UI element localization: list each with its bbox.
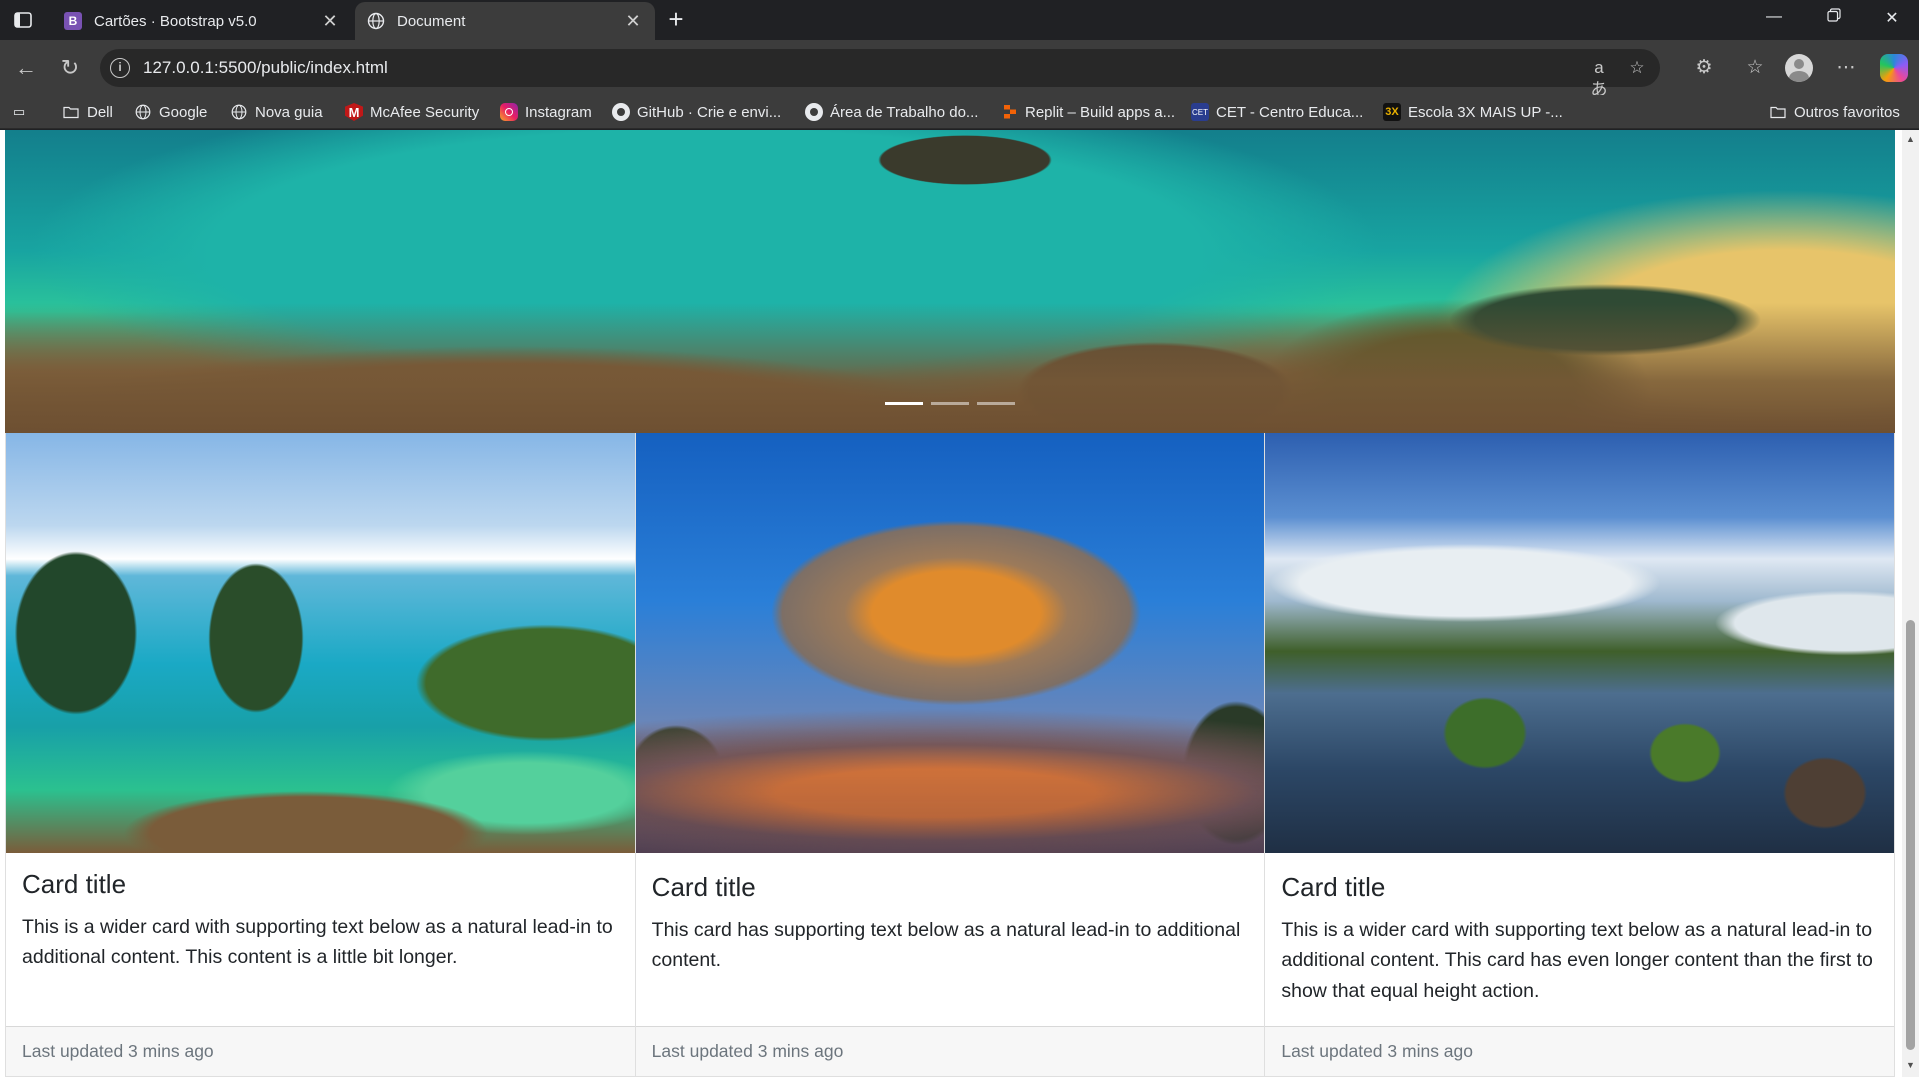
url-text[interactable]: 127.0.0.1:5500/public/index.html (143, 58, 388, 78)
globe-icon (134, 103, 152, 121)
reload-icon[interactable]: ↻ (56, 54, 84, 82)
close-window-icon[interactable]: ✕ (1872, 8, 1912, 32)
bookmark-google[interactable]: Google (134, 101, 207, 123)
carousel-indicator-2[interactable] (931, 402, 969, 405)
bookmarks-bar: ▭ Dell Google Nova guia M McAfee Securit… (0, 95, 1919, 129)
card-text: This is a wider card with supporting tex… (22, 916, 613, 969)
minimize-icon[interactable]: — (1754, 8, 1794, 32)
more-options-icon[interactable]: ⋯ (1832, 54, 1860, 82)
card-1: Card title This is a wider card with sup… (6, 433, 636, 1076)
back-icon[interactable]: ← (12, 54, 40, 82)
other-favorites-folder[interactable]: Outros favoritos (1769, 101, 1900, 123)
carousel-indicator-1[interactable] (885, 402, 923, 405)
last-updated-text: Last updated 3 mins ago (651, 1041, 844, 1061)
new-tab-button[interactable]: + (662, 6, 690, 34)
close-tab-icon[interactable]: ✕ (623, 11, 643, 32)
extensions-icon[interactable]: ⚙ (1690, 54, 1718, 82)
card-3: Card title This is a wider card with sup… (1265, 433, 1895, 1076)
cet-icon: CET (1191, 103, 1209, 121)
image-carousel[interactable] (5, 130, 1895, 433)
card-image-beach (6, 433, 635, 853)
tab-bootstrap-cards[interactable]: B Cartões · Bootstrap v5.0 ✕ (52, 2, 352, 40)
bootstrap-logo-icon: B (64, 12, 82, 30)
card-2: Card title This card has supporting text… (635, 433, 1266, 1076)
github-icon (805, 103, 823, 121)
card-footer: Last updated 3 mins ago (1265, 1026, 1895, 1076)
profile-avatar[interactable] (1785, 54, 1813, 82)
card-text: This is a wider card with supporting tex… (1281, 919, 1873, 1002)
last-updated-text: Last updated 3 mins ago (1281, 1041, 1474, 1061)
bookmark-cet[interactable]: CET CET - Centro Educa... (1191, 101, 1363, 123)
folder-icon (1769, 103, 1787, 121)
favorite-star-icon[interactable]: ☆ (1626, 57, 1648, 79)
mcafee-icon: M (345, 103, 363, 121)
folder-icon (62, 103, 80, 121)
tab-actions-icon[interactable] (10, 8, 36, 32)
card-title: Card title (1281, 872, 1386, 902)
card-text: This card has supporting text below as a… (651, 919, 1241, 972)
last-updated-text: Last updated 3 mins ago (22, 1041, 214, 1061)
bookmark-instagram[interactable]: Instagram (500, 101, 592, 123)
card-body: Card title This is a wider card with sup… (1265, 853, 1894, 1026)
bookmark-nova-guia[interactable]: Nova guia (230, 101, 323, 123)
card-title: Card title (651, 872, 756, 902)
tab-title: Cartões · Bootstrap v5.0 (94, 12, 257, 30)
title-bar: B Cartões · Bootstrap v5.0 ✕ Document ✕ … (0, 0, 1919, 40)
browser-toolbar: ← ↻ i 127.0.0.1:5500/public/index.html a… (0, 40, 1919, 99)
globe-icon (367, 12, 385, 30)
github-icon (612, 103, 630, 121)
tab-title: Document (397, 12, 466, 30)
close-tab-icon[interactable]: ✕ (320, 11, 340, 32)
favorites-icon[interactable]: ☆ (1741, 54, 1769, 82)
tab-document[interactable]: Document ✕ (355, 2, 655, 40)
card-title: Card title (22, 869, 127, 899)
bookmark-mcafee[interactable]: M McAfee Security (345, 101, 479, 123)
card-body: Card title This is a wider card with sup… (6, 853, 635, 1026)
card-group: Card title This is a wider card with sup… (5, 433, 1895, 1077)
scroll-up-arrow-icon[interactable]: ▲ (1905, 134, 1916, 145)
page-scrollbar[interactable]: ▲ ▼ (1902, 130, 1919, 1077)
page-viewport: Card title This is a wider card with sup… (0, 130, 1919, 1077)
card-image-colosseum (635, 433, 1265, 853)
card-footer: Last updated 3 mins ago (6, 1026, 635, 1076)
bookmark-github-workspace[interactable]: Área de Trabalho do... (805, 101, 978, 123)
site-info-icon[interactable]: i (110, 58, 130, 78)
globe-icon (230, 103, 248, 121)
restore-icon[interactable] (1814, 8, 1854, 32)
bookmark-dell[interactable]: Dell (62, 101, 113, 123)
instagram-icon (500, 103, 518, 121)
bookmark-github-create[interactable]: GitHub · Crie e envi... (612, 101, 781, 123)
escola-icon: 3X (1383, 103, 1401, 121)
scroll-down-arrow-icon[interactable]: ▼ (1905, 1060, 1916, 1071)
bookmark-replit[interactable]: Replit – Build apps a... (1000, 101, 1175, 123)
carousel-indicators (5, 402, 1895, 405)
copilot-icon[interactable] (1880, 54, 1908, 82)
card-footer: Last updated 3 mins ago (635, 1026, 1265, 1076)
card-image-waterfalls (1265, 433, 1895, 853)
read-aloud-icon[interactable]: aあ (1588, 57, 1610, 99)
bookmarks-menu-icon[interactable]: ▭ (10, 101, 35, 123)
scrollbar-thumb[interactable] (1906, 620, 1915, 1050)
bookmark-escola[interactable]: 3X Escola 3X MAIS UP -... (1383, 101, 1563, 123)
card-body: Card title This card has supporting text… (636, 853, 1265, 1026)
address-bar[interactable]: i 127.0.0.1:5500/public/index.html aあ ☆ (100, 49, 1660, 99)
carousel-indicator-3[interactable] (977, 402, 1015, 405)
replit-icon (1000, 103, 1018, 121)
